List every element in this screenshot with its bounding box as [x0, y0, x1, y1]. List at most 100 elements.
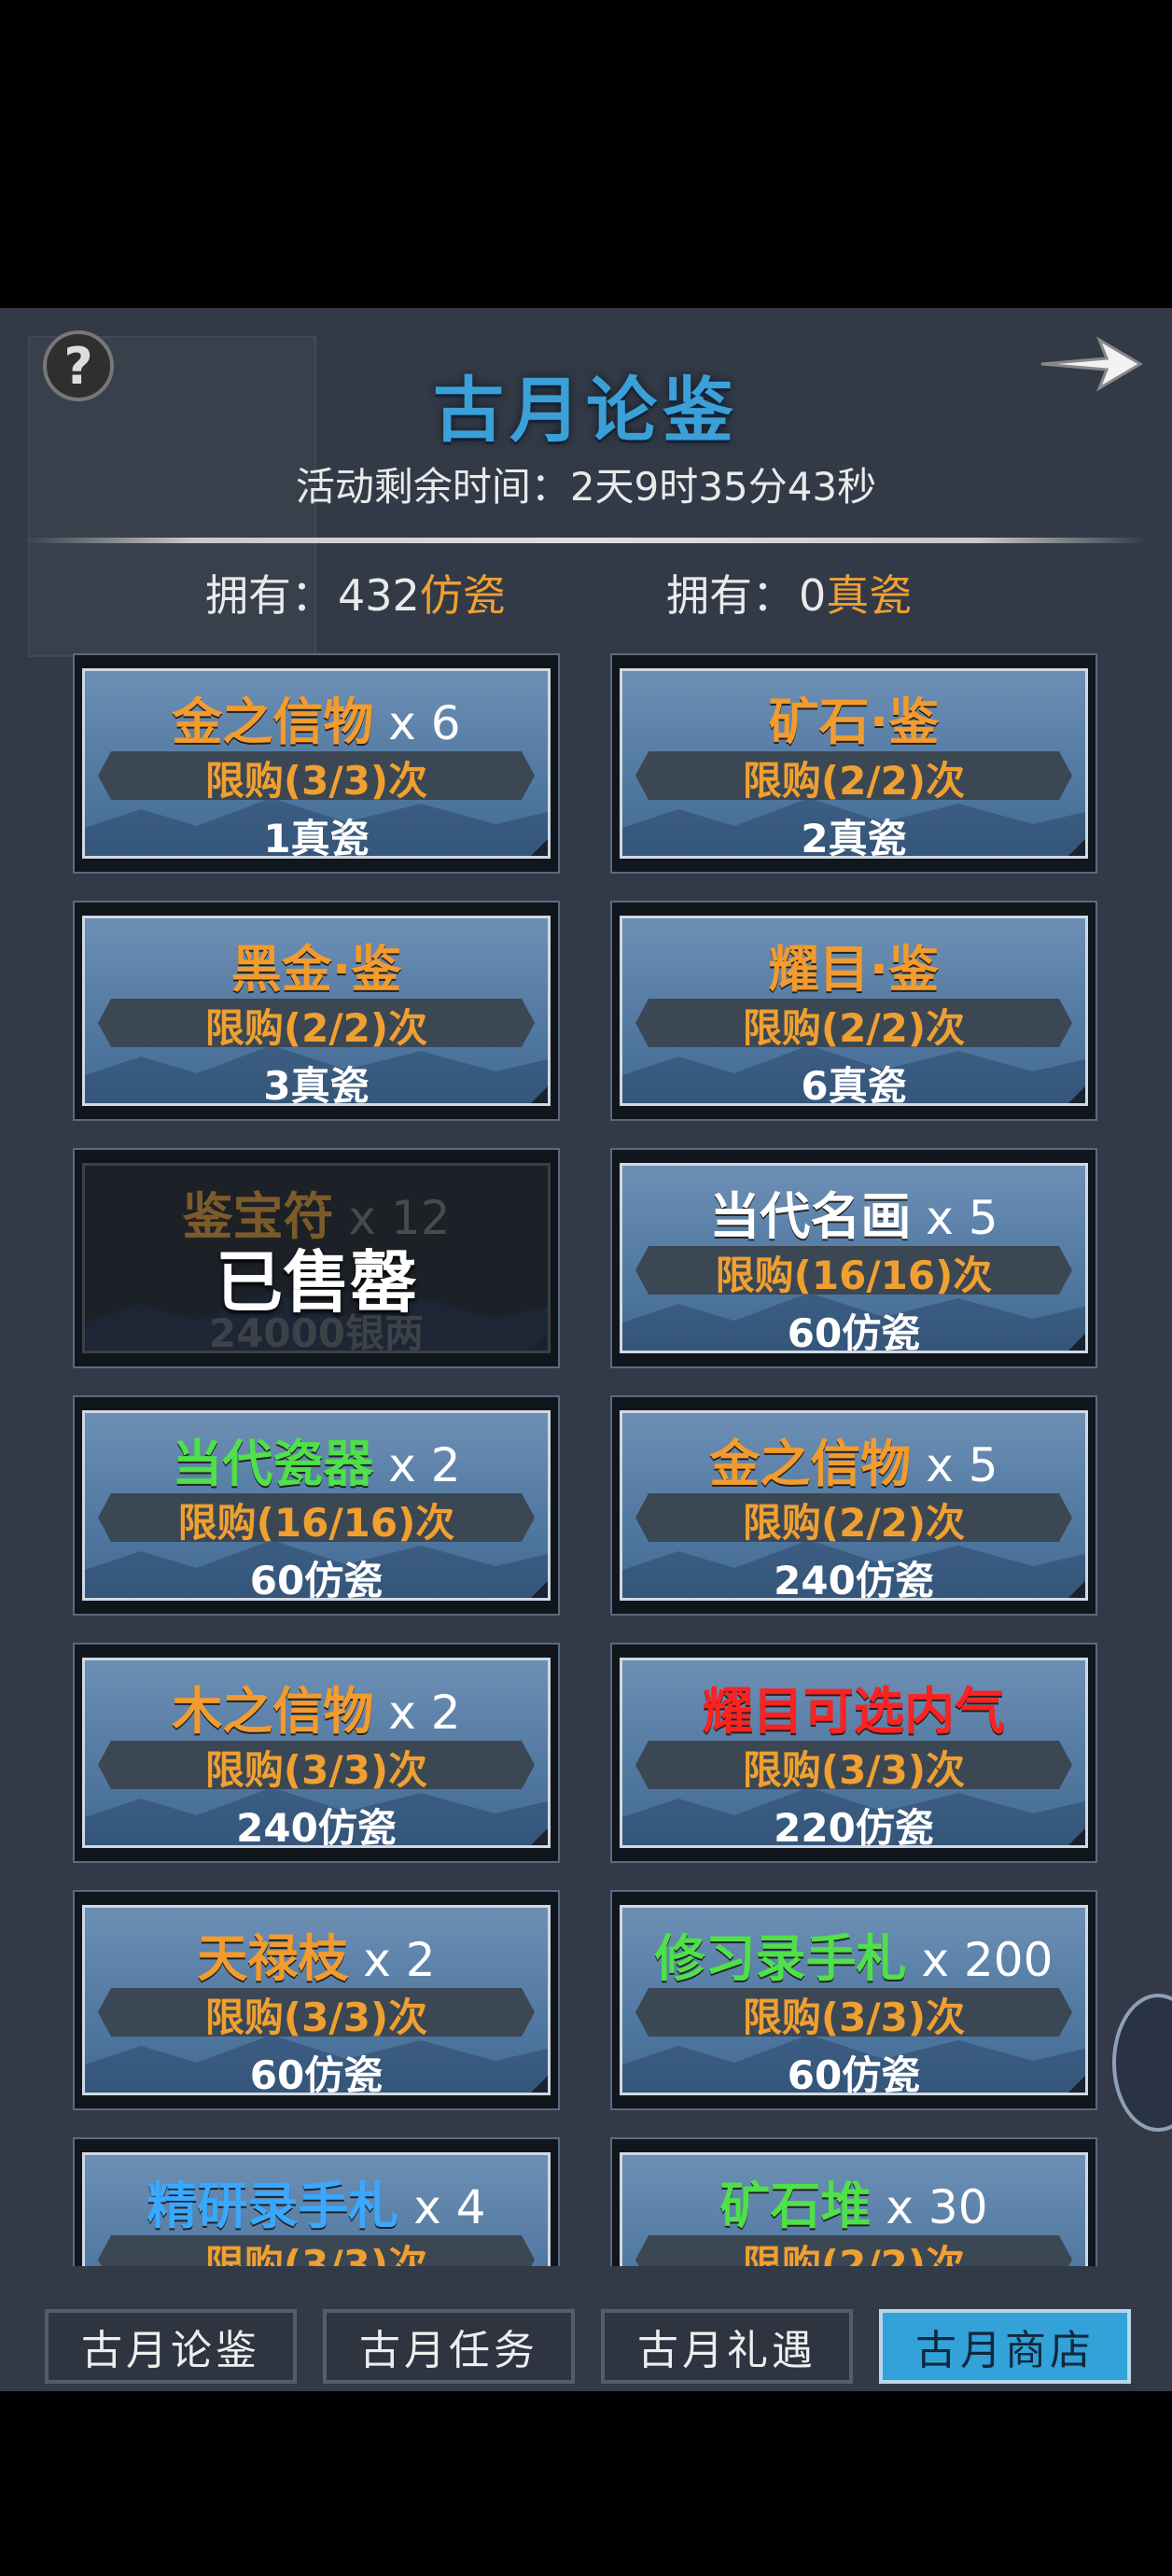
item-name: 木之信物 — [172, 1682, 374, 1741]
item-name: 黑金·鉴 — [230, 940, 402, 999]
item-name-line: 当代瓷器 x 2 — [85, 1422, 548, 1496]
item-name: 精研录手札 — [146, 2177, 399, 2235]
purchase-limit: 限购(3/3)次 — [742, 1747, 966, 1793]
shop-item-card[interactable]: 耀目可选内气限购(3/3)次 220仿瓷 — [610, 1643, 1097, 1863]
owned-real-label: 拥有： — [666, 570, 795, 621]
purchase-limit: 限购(3/3)次 — [204, 758, 428, 804]
shop-item-card[interactable]: 矿石堆 x 30 限购(2/2)次 — [610, 2137, 1097, 2266]
page-title: 古月论鉴 — [433, 369, 739, 452]
item-name: 天禄枝 — [197, 1929, 349, 1988]
owned-fake-label: 拥有： — [205, 570, 334, 621]
shop-item-card[interactable]: 耀目·鉴 限购(2/2)次 6真瓷 — [610, 901, 1097, 1121]
side-emblem-icon[interactable] — [1112, 1994, 1172, 2132]
item-price: 220仿瓷 — [774, 1805, 934, 1848]
purchase-limit: 限购(3/3)次 — [742, 1995, 966, 2040]
item-frame: 矿石堆 x 30 限购(2/2)次 — [620, 2152, 1088, 2266]
item-frame: 当代名画 x 5 限购(16/16)次 60仿瓷 — [620, 1163, 1088, 1353]
frame-corner — [1068, 1086, 1085, 1103]
purchase-limit: 限购(2/2)次 — [204, 1005, 428, 1051]
item-price: 3真瓷 — [263, 1063, 370, 1106]
item-frame: 天禄枝 x 2 限购(3/3)次 60仿瓷 — [82, 1905, 551, 2095]
item-price: 240仿瓷 — [236, 1805, 397, 1848]
owned-real-currency: 真瓷 — [826, 570, 913, 621]
frame-corner — [531, 1086, 548, 1103]
frame-corner — [531, 2076, 548, 2093]
frame-corner — [1068, 2076, 1085, 2093]
purchase-limit: 限购(2/2)次 — [742, 1500, 966, 1546]
shop-item-card[interactable]: 矿石·鉴限购(2/2)次 2真瓷 — [610, 653, 1097, 874]
item-name-line: 黑金·鉴 — [85, 928, 548, 1001]
shop-item-card[interactable]: 天禄枝 x 2 限购(3/3)次 60仿瓷 — [73, 1890, 560, 2110]
owned-fake-porcelain: 拥有：432仿瓷 — [205, 562, 506, 623]
item-name-line: 耀目·鉴 — [622, 928, 1085, 1001]
item-name-line: 精研录手札 x 4 — [85, 2164, 548, 2238]
frame-corner — [1068, 1581, 1085, 1598]
shop-item-card[interactable]: 修习录手札 x 200 限购(3/3)次 60仿瓷 — [610, 1890, 1097, 2110]
tab-lunjian[interactable]: 古月论鉴 — [45, 2309, 297, 2384]
shop-item-grid: 金之信物 x 6 限购(3/3)次 1真瓷 矿石·鉴 限购(2/2)次 2真瓷 黑金·鉴 限购… — [73, 653, 1099, 2266]
item-name-line: 木之信物 x 2 — [85, 1670, 548, 1743]
item-name: 当代瓷器 — [172, 1435, 374, 1493]
item-frame: 木之信物 x 2 限购(3/3)次 240仿瓷 — [82, 1658, 551, 1848]
item-price: 1真瓷 — [263, 816, 370, 859]
item-frame: 耀目可选内气限购(3/3)次 220仿瓷 — [620, 1658, 1088, 1848]
shop-item-card[interactable]: 精研录手札 x 4 限购(3/3)次 — [73, 2137, 560, 2266]
item-price: 60仿瓷 — [249, 1558, 384, 1601]
purchase-limit: 限购(16/16)次 — [715, 1253, 993, 1298]
item-name-line: 耀目可选内气 — [622, 1670, 1085, 1743]
shop-item-card[interactable]: 黑金·鉴限购(2/2)次 3真瓷 — [73, 901, 560, 1121]
item-name-line: 矿石堆 x 30 — [622, 2164, 1085, 2238]
item-name: 当代名画 — [709, 1187, 912, 1246]
item-name: 矿石堆 — [719, 2177, 872, 2235]
item-frame: 精研录手札 x 4 限购(3/3)次 — [82, 2152, 551, 2266]
purchase-limit: 限购(3/3)次 — [204, 2242, 428, 2266]
shop-item-card[interactable]: 金之信物 x 6 限购(3/3)次 1真瓷 — [73, 653, 560, 874]
item-price: 60仿瓷 — [249, 2052, 384, 2095]
item-quantity: x 4 — [398, 2180, 486, 2234]
tab-shangdian[interactable]: 古月商店 — [879, 2309, 1131, 2384]
item-name-line: 金之信物 x 5 — [622, 1422, 1085, 1496]
frame-corner — [1068, 839, 1085, 856]
purchase-limit: 限购(3/3)次 — [204, 1747, 428, 1793]
purchase-limit: 限购(3/3)次 — [204, 1995, 428, 2040]
frame-corner — [531, 839, 548, 856]
owned-real-value: 0 — [799, 570, 827, 621]
item-name: 耀目可选内气 — [703, 1682, 1005, 1741]
shop-item-card[interactable]: 当代瓷器 x 2 限购(16/16)次 60仿瓷 — [73, 1395, 560, 1616]
shop-item-card[interactable]: 金之信物 x 5 限购(2/2)次 240仿瓷 — [610, 1395, 1097, 1616]
frame-corner — [1068, 1828, 1085, 1845]
item-quantity: x 2 — [373, 1686, 461, 1740]
item-name: 耀目·鉴 — [768, 940, 940, 999]
owned-real-porcelain: 拥有：0真瓷 — [666, 562, 912, 623]
frame-corner — [531, 1581, 548, 1598]
shop-item-card[interactable]: 鉴宝符 x 12 24000银两 已售罄 — [73, 1148, 560, 1368]
item-quantity: x 6 — [373, 696, 461, 750]
item-quantity: x 2 — [348, 1933, 436, 1987]
item-quantity: x 2 — [373, 1438, 461, 1492]
shop-item-card[interactable]: 木之信物 x 2 限购(3/3)次 240仿瓷 — [73, 1643, 560, 1863]
item-price: 60仿瓷 — [787, 1310, 921, 1353]
purchase-limit: 限购(2/2)次 — [742, 2242, 966, 2266]
activity-timer: 活动剩余时间：2天9时35分43秒 — [295, 464, 877, 510]
item-price: 240仿瓷 — [774, 1558, 934, 1601]
item-price: 60仿瓷 — [787, 2052, 921, 2095]
item-name: 修习录手札 — [654, 1929, 907, 1988]
frame-corner — [1068, 1334, 1085, 1351]
item-frame: 鉴宝符 x 12 24000银两 已售罄 — [82, 1163, 551, 1353]
item-quantity: x 30 — [871, 2180, 988, 2234]
frame-corner — [531, 1334, 548, 1351]
shop-item-card[interactable]: 当代名画 x 5 限购(16/16)次 60仿瓷 — [610, 1148, 1097, 1368]
item-price: 2真瓷 — [801, 816, 907, 859]
item-quantity: x 5 — [911, 1438, 998, 1492]
item-name: 矿石·鉴 — [768, 693, 940, 751]
item-frame: 金之信物 x 5 限购(2/2)次 240仿瓷 — [620, 1410, 1088, 1601]
item-frame: 当代瓷器 x 2 限购(16/16)次 60仿瓷 — [82, 1410, 551, 1601]
item-quantity: x 5 — [911, 1191, 998, 1245]
header-divider — [24, 538, 1148, 543]
purchase-limit: 限购(2/2)次 — [742, 758, 966, 804]
item-name-line: 修习录手札 x 200 — [622, 1917, 1085, 1991]
item-name-line: 矿石·鉴 — [622, 680, 1085, 754]
bottom-tab-bar: 古月论鉴 古月任务 古月礼遇 古月商店 — [0, 2296, 1172, 2391]
tab-renwu[interactable]: 古月任务 — [323, 2309, 575, 2384]
tab-liyu[interactable]: 古月礼遇 — [601, 2309, 853, 2384]
